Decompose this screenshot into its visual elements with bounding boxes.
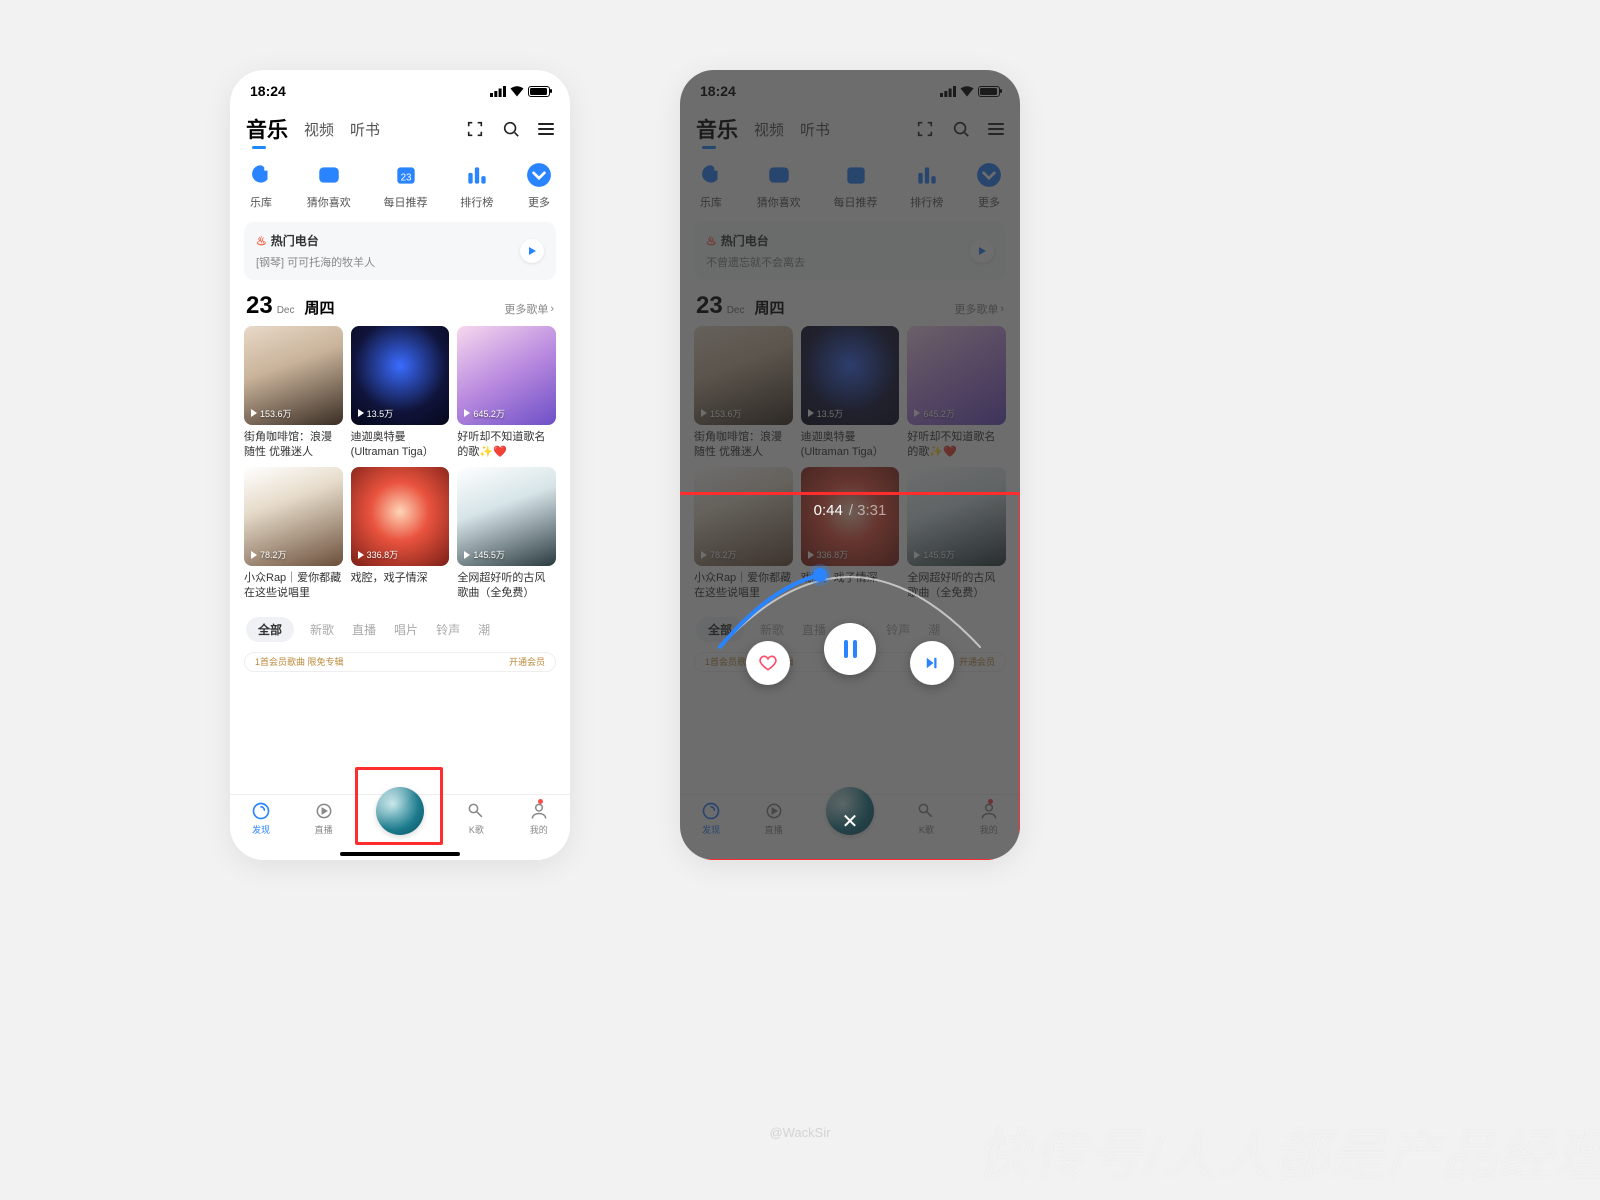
pill-new[interactable]: 新歌 xyxy=(308,617,336,642)
playlist-card[interactable]: 645.2万 好听却不知道歌名的歌✨❤️ xyxy=(457,326,556,459)
card-title: 街角咖啡馆：浪漫随性 优雅迷人 xyxy=(244,430,343,460)
card-title: 全网超好听的古风歌曲（全免费） xyxy=(457,571,556,601)
playlist-card[interactable]: 336.8万 戏腔，戏子情深 xyxy=(351,467,450,600)
play-count: 645.2万 xyxy=(473,407,505,420)
phone-left: 18:24 音乐 视频 听书 xyxy=(230,70,570,860)
playlist-card[interactable]: 145.5万 全网超好听的古风歌曲（全免费） xyxy=(457,467,556,600)
mic-icon xyxy=(466,801,486,821)
quick-row: 乐库 猜你喜欢 23 每日推荐 排行榜 更多 xyxy=(230,154,570,218)
person-icon xyxy=(529,801,549,821)
now-playing-disc[interactable] xyxy=(376,787,424,835)
playlist-card[interactable]: 153.6万 街角咖啡馆：浪漫随性 优雅迷人 xyxy=(244,326,343,459)
progress-arc[interactable] xyxy=(700,527,1000,667)
quick-label: 更多 xyxy=(528,194,550,210)
radio-play-button[interactable] xyxy=(520,239,544,263)
pill-all[interactable]: 全部 xyxy=(246,617,294,642)
quick-library[interactable]: 乐库 xyxy=(248,162,274,210)
tab-label: 发现 xyxy=(252,823,270,836)
playlist-card[interactable]: 78.2万 小众Rap｜爱你都藏在这些说唱里 xyxy=(244,467,343,600)
more-link-label: 更多歌单 xyxy=(504,301,548,317)
status-bar: 18:24 xyxy=(230,70,570,106)
playlist-card[interactable]: 13.5万 迪迦奥特曼 (Ultraman Tiga） xyxy=(351,326,450,459)
bars-icon xyxy=(464,162,490,188)
time-total: 3:31 xyxy=(857,502,886,519)
quick-guess[interactable]: 猜你喜欢 xyxy=(307,162,351,210)
live-icon xyxy=(314,801,334,821)
radio-subtitle: [钢琴] 可可托海的牧羊人 xyxy=(256,254,544,270)
banner-left: 1首会员歌曲 限免专辑 xyxy=(255,655,344,668)
quick-label: 猜你喜欢 xyxy=(307,194,351,210)
watermark: 快传号/人人都是产品经理 xyxy=(977,1111,1600,1190)
wifi-icon xyxy=(510,86,524,97)
tab-label: 我的 xyxy=(530,823,548,836)
card-title: 戏腔，戏子情深 xyxy=(351,571,450,586)
tab-label: 直播 xyxy=(315,823,333,836)
banner-right: 开通会员 xyxy=(509,655,545,668)
top-tabs: 音乐 视频 听书 xyxy=(230,106,570,154)
chevron-down-icon xyxy=(526,162,552,188)
radio-title: 热门电台 xyxy=(271,232,319,249)
tab-me[interactable]: 我的 xyxy=(529,801,549,836)
heart-card-icon xyxy=(316,162,342,188)
card-title: 小众Rap｜爱你都藏在这些说唱里 xyxy=(244,571,343,601)
vip-banner[interactable]: 1首会员歌曲 限免专辑 开通会员 xyxy=(244,652,556,672)
tab-label: K歌 xyxy=(469,823,484,836)
tab-bar: 发现 直播 K歌 我的 xyxy=(230,794,570,860)
play-icon xyxy=(527,246,537,256)
tab-music[interactable]: 音乐 xyxy=(246,114,288,144)
play-count: 13.5万 xyxy=(367,407,394,420)
discover-icon xyxy=(251,801,271,821)
quick-label: 排行榜 xyxy=(460,194,493,210)
play-count: 336.8万 xyxy=(367,548,399,561)
time-current: 0:44 xyxy=(814,502,843,519)
search-icon[interactable] xyxy=(502,120,520,138)
mini-player-overlay: 0:44 / 3:31 xyxy=(680,490,1020,860)
filter-pills: 全部 新歌 直播 唱片 铃声 潮 xyxy=(230,601,570,646)
card-title: 好听却不知道歌名的歌✨❤️ xyxy=(457,430,556,460)
watermark-handle: @WackSir xyxy=(769,1125,830,1140)
quick-daily[interactable]: 23 每日推荐 xyxy=(384,162,428,210)
more-playlists-link[interactable]: 更多歌单 › xyxy=(504,301,554,317)
badge-dot xyxy=(538,799,543,804)
play-count: 145.5万 xyxy=(473,548,505,561)
playlist-grid: 153.6万 街角咖啡馆：浪漫随性 优雅迷人 13.5万 迪迦奥特曼 (Ultr… xyxy=(230,326,570,601)
tab-audiobook[interactable]: 听书 xyxy=(350,119,380,140)
scan-icon[interactable] xyxy=(466,120,484,138)
fire-icon: ♨ xyxy=(256,234,267,248)
phone-right: 18:24 音乐 视频 听书 乐库 猜你喜欢 xyxy=(680,70,1020,860)
tab-discover[interactable]: 发现 xyxy=(251,801,271,836)
date-weekday: 周四 xyxy=(305,297,335,318)
signal-icon xyxy=(490,86,506,97)
quick-charts[interactable]: 排行榜 xyxy=(460,162,493,210)
calendar-icon: 23 xyxy=(393,162,419,188)
quick-label: 每日推荐 xyxy=(384,194,428,210)
quick-more[interactable]: 更多 xyxy=(526,162,552,210)
player-time: 0:44 / 3:31 xyxy=(814,502,887,519)
play-count: 153.6万 xyxy=(260,407,292,420)
date-row: 23 Dec 周四 更多歌单 › xyxy=(230,290,570,326)
status-icons xyxy=(490,86,550,97)
home-indicator xyxy=(340,852,460,856)
menu-icon[interactable] xyxy=(538,123,554,135)
quick-label: 乐库 xyxy=(250,194,272,210)
status-time: 18:24 xyxy=(250,83,286,99)
pill-album[interactable]: 唱片 xyxy=(392,617,420,642)
card-title: 迪迦奥特曼 (Ultraman Tiga） xyxy=(351,430,450,460)
music-note-icon xyxy=(248,162,274,188)
date-day: 23 xyxy=(246,292,273,320)
tab-video[interactable]: 视频 xyxy=(304,119,334,140)
tab-karaoke[interactable]: K歌 xyxy=(466,801,486,836)
date-month: Dec xyxy=(277,305,295,316)
pill-trend[interactable]: 潮 xyxy=(476,617,492,642)
pill-ring[interactable]: 铃声 xyxy=(434,617,462,642)
battery-icon xyxy=(528,86,550,97)
play-icon xyxy=(250,409,258,417)
close-button[interactable]: ✕ xyxy=(842,812,859,832)
tab-live[interactable]: 直播 xyxy=(314,801,334,836)
play-count: 78.2万 xyxy=(260,548,287,561)
svg-text:23: 23 xyxy=(400,172,411,183)
radio-card[interactable]: ♨ 热门电台 [钢琴] 可可托海的牧羊人 xyxy=(244,222,556,280)
pill-live[interactable]: 直播 xyxy=(350,617,378,642)
